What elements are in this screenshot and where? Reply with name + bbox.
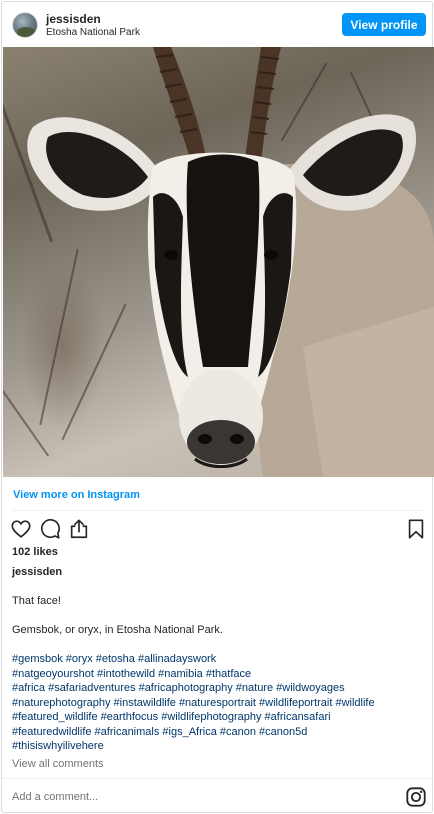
hashtag-line[interactable]: #africa #safariadventures #africaphotogr… [12, 681, 424, 696]
caption-line: Gemsbok, or oryx, in Etosha National Par… [12, 624, 223, 636]
oryx-illustration [27, 47, 434, 477]
post-caption: That face! Gemsbok, or oryx, in Etosha N… [12, 594, 424, 754]
hashtag-block: #gemsbok #oryx #etosha #allinadayswork #… [12, 652, 424, 754]
view-more-on-instagram-link[interactable]: View more on Instagram [13, 489, 140, 501]
like-count[interactable]: 102 likes [12, 546, 58, 558]
hashtag-line[interactable]: #featured_wildlife #earthfocus #wildlife… [12, 710, 424, 725]
comment-input[interactable] [12, 786, 392, 808]
hashtag-line[interactable]: #natgeoyourshot #intothewild #namibia #t… [12, 667, 424, 682]
divider [2, 778, 432, 779]
comment-icon[interactable] [39, 518, 61, 540]
heart-icon[interactable] [10, 518, 32, 540]
post-photo[interactable] [3, 47, 434, 477]
view-all-comments-link[interactable]: View all comments [12, 758, 104, 770]
hashtag-line[interactable]: #naturephotography #instawildlife #natur… [12, 696, 424, 711]
location[interactable]: Etosha National Park [46, 27, 140, 38]
hashtag-line[interactable]: #featuredwildlife #africanimals #igs_Afr… [12, 725, 424, 740]
share-icon[interactable] [68, 518, 90, 540]
divider [12, 510, 424, 511]
post-header: jessisden Etosha National Park View prof… [2, 2, 432, 48]
hashtag-line[interactable]: #gemsbok #oryx #etosha #allinadayswork [12, 652, 424, 667]
instagram-embed-card: jessisden Etosha National Park View prof… [1, 1, 434, 813]
bookmark-icon[interactable] [405, 518, 427, 540]
view-profile-button[interactable]: View profile [342, 13, 426, 36]
caption-line: That face! [12, 595, 61, 607]
username[interactable]: jessisden [46, 12, 101, 26]
caption-username[interactable]: jessisden [12, 566, 62, 578]
hashtag-line[interactable]: #thisiswhyilivehere [12, 739, 424, 754]
avatar[interactable] [12, 12, 38, 38]
instagram-icon[interactable] [405, 786, 427, 808]
